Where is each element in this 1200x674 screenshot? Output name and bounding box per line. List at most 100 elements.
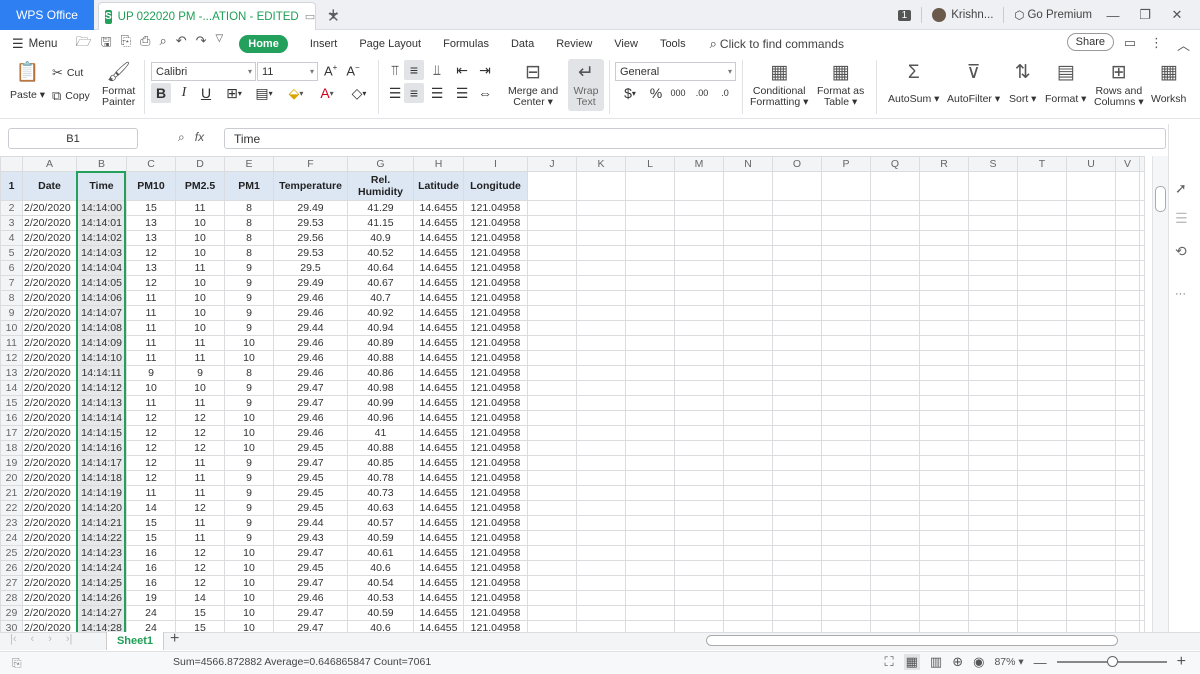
cell[interactable] <box>968 230 1018 246</box>
format-button[interactable]: ▤ Format ▾ <box>1045 62 1086 105</box>
font-color-icon[interactable]: A ▾ <box>313 83 341 103</box>
cell[interactable] <box>527 515 577 531</box>
cell[interactable]: 14:14:26 <box>76 590 127 606</box>
cell[interactable] <box>1139 560 1145 576</box>
cell[interactable]: 2/20/2020 <box>22 620 77 632</box>
cell[interactable] <box>625 470 675 486</box>
tab-view[interactable]: View <box>614 38 638 50</box>
cell[interactable] <box>1017 470 1067 486</box>
cell[interactable] <box>1139 440 1145 456</box>
cell[interactable] <box>1017 545 1067 561</box>
cell[interactable]: 14.6455 <box>413 425 464 441</box>
cell[interactable] <box>1066 305 1116 321</box>
cell[interactable] <box>821 260 871 276</box>
cell[interactable]: 14.6455 <box>413 500 464 516</box>
cell[interactable]: 11 <box>175 260 225 276</box>
cell[interactable]: 40.7 <box>347 290 414 306</box>
cell[interactable] <box>1066 230 1116 246</box>
cell[interactable] <box>870 395 920 411</box>
cell[interactable] <box>919 470 969 486</box>
cell[interactable]: 2/20/2020 <box>22 410 77 426</box>
cell[interactable] <box>1066 485 1116 501</box>
cell[interactable] <box>723 395 773 411</box>
cell[interactable] <box>772 530 822 546</box>
cell[interactable] <box>625 440 675 456</box>
cell[interactable] <box>674 305 724 321</box>
cell[interactable] <box>821 365 871 381</box>
cell-style-icon[interactable]: ▤ ▾ <box>250 83 278 103</box>
cell[interactable]: 29.47 <box>273 545 348 561</box>
cell[interactable]: 14.6455 <box>413 200 464 216</box>
cell[interactable]: 2/20/2020 <box>22 425 77 441</box>
history-icon[interactable]: ⟲ <box>1175 243 1187 260</box>
cell[interactable] <box>919 365 969 381</box>
cell[interactable] <box>772 230 822 246</box>
cell[interactable]: 19 <box>126 590 176 606</box>
cell[interactable] <box>674 590 724 606</box>
cell[interactable] <box>527 470 577 486</box>
cell[interactable] <box>821 215 871 231</box>
cell[interactable] <box>919 455 969 471</box>
cell[interactable]: 12 <box>175 410 225 426</box>
cell[interactable] <box>527 290 577 306</box>
cell[interactable] <box>527 590 577 606</box>
cell[interactable]: 29.46 <box>273 305 348 321</box>
cell[interactable] <box>870 335 920 351</box>
currency-icon[interactable]: $ ▾ <box>617 83 643 103</box>
cell[interactable]: 121.04958 <box>463 530 528 546</box>
cell[interactable] <box>576 260 626 276</box>
cell[interactable]: 14:14:05 <box>76 275 127 291</box>
customize-dropdown-icon[interactable]: ▽ <box>216 33 224 55</box>
header-cell[interactable]: Longitude <box>463 171 528 201</box>
cell[interactable]: 10 <box>224 350 274 366</box>
cell[interactable]: 29.45 <box>273 440 348 456</box>
cell[interactable] <box>1115 455 1140 471</box>
cell[interactable]: 10 <box>175 320 225 336</box>
cell[interactable] <box>1066 320 1116 336</box>
cell[interactable] <box>674 440 724 456</box>
cell[interactable] <box>527 560 577 576</box>
cell[interactable]: 40.78 <box>347 470 414 486</box>
cell[interactable] <box>968 620 1018 632</box>
cell[interactable] <box>576 545 626 561</box>
row-header[interactable]: 28 <box>0 590 23 606</box>
cell[interactable] <box>625 455 675 471</box>
cell[interactable] <box>674 350 724 366</box>
cell[interactable]: 121.04958 <box>463 560 528 576</box>
column-header[interactable]: F <box>273 156 348 172</box>
cell[interactable] <box>1115 290 1140 306</box>
cell[interactable]: 14 <box>175 590 225 606</box>
cell[interactable] <box>870 515 920 531</box>
cell[interactable] <box>1017 350 1067 366</box>
cell[interactable]: 40.86 <box>347 365 414 381</box>
row-header[interactable]: 24 <box>0 530 23 546</box>
percent-icon[interactable]: % <box>646 83 666 103</box>
cell[interactable] <box>919 575 969 591</box>
cell[interactable] <box>674 530 724 546</box>
cell[interactable] <box>919 290 969 306</box>
cell[interactable]: 2/20/2020 <box>22 590 77 606</box>
cell[interactable] <box>772 365 822 381</box>
cell[interactable] <box>1017 230 1067 246</box>
cell[interactable] <box>772 485 822 501</box>
cell[interactable]: 29.44 <box>273 320 348 336</box>
column-header[interactable]: I <box>463 156 528 172</box>
cell[interactable] <box>919 230 969 246</box>
row-header[interactable]: 23 <box>0 515 23 531</box>
cell[interactable] <box>1017 590 1067 606</box>
column-header[interactable]: U <box>1066 156 1116 172</box>
column-header[interactable]: C <box>126 156 176 172</box>
cell[interactable]: 29.44 <box>273 515 348 531</box>
header-cell[interactable]: Time <box>76 171 127 201</box>
cell[interactable] <box>772 335 822 351</box>
cell[interactable] <box>1139 530 1145 546</box>
header-cell[interactable]: Date <box>22 171 77 201</box>
cell[interactable] <box>1066 515 1116 531</box>
row-header[interactable]: 15 <box>0 395 23 411</box>
reading-mode-icon[interactable]: ◉ <box>973 654 984 670</box>
cell[interactable]: 14:14:04 <box>76 260 127 276</box>
cell[interactable] <box>1066 275 1116 291</box>
cell[interactable]: 121.04958 <box>463 275 528 291</box>
decrease-decimal-icon[interactable]: .0 <box>715 83 735 103</box>
increase-decimal-icon[interactable]: .00 <box>692 83 712 103</box>
